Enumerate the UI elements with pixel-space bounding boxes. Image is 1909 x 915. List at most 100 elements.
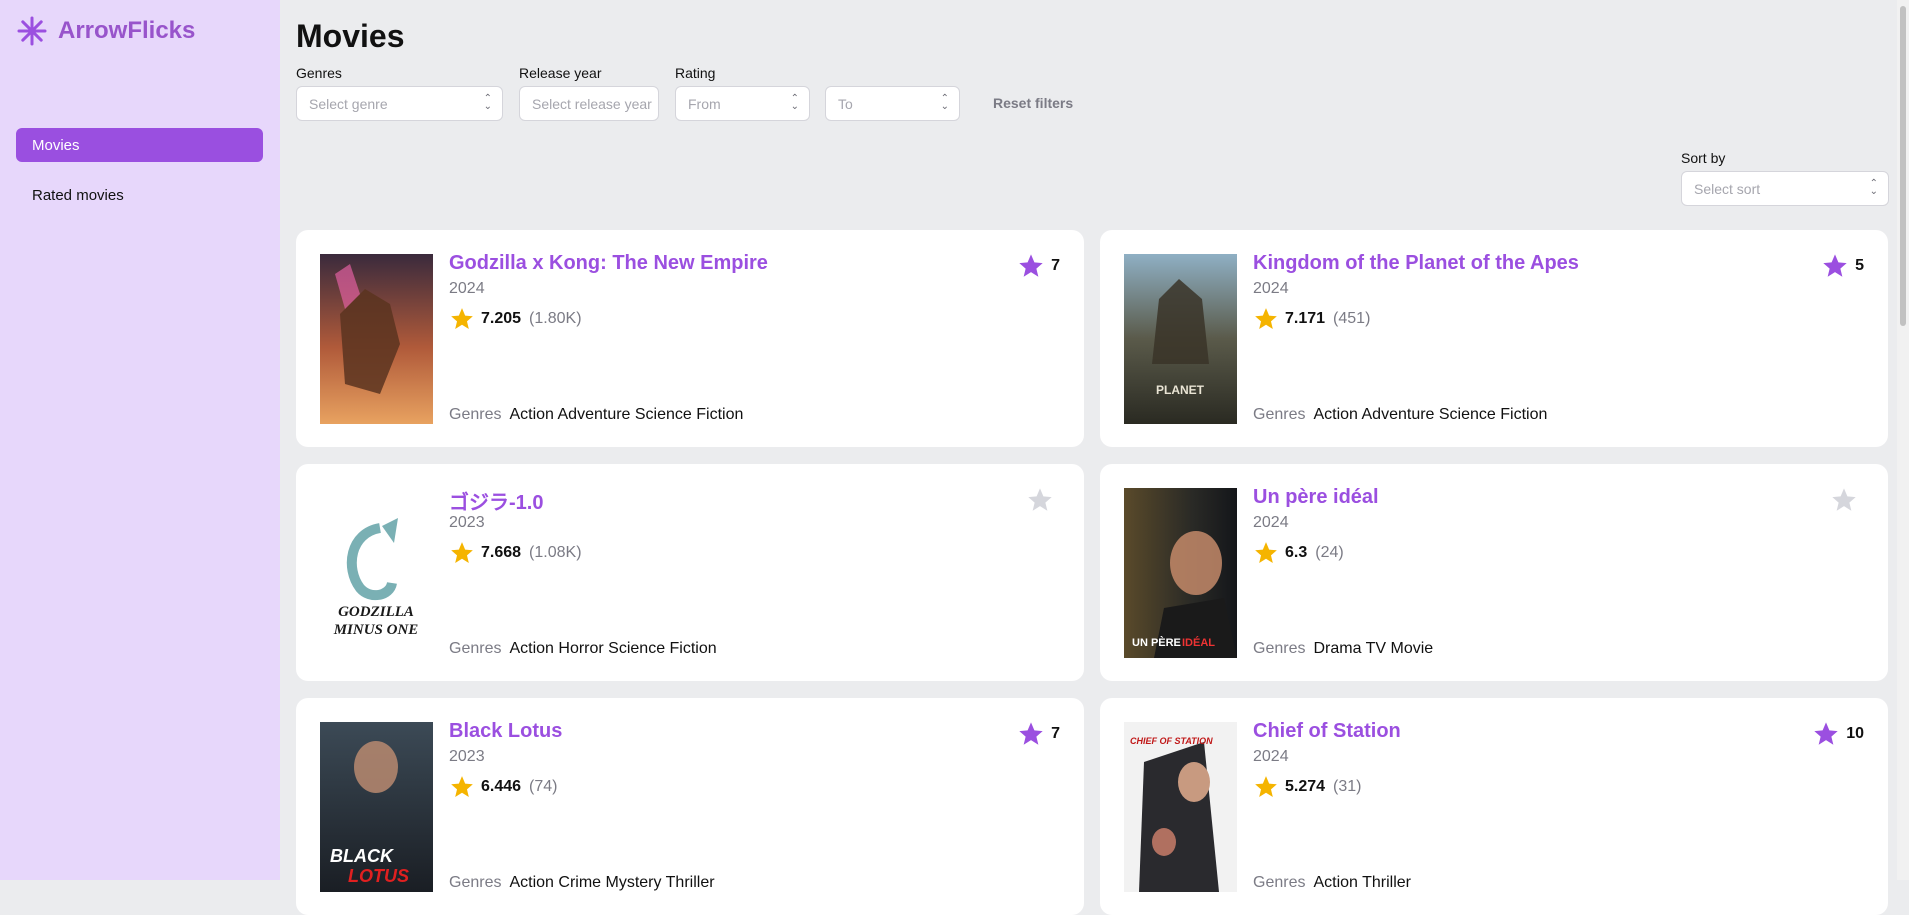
movie-title[interactable]: Kingdom of the Planet of the Apes [1253,252,1579,275]
rating-to-select[interactable]: To ⌃ ⌄ [825,86,960,121]
movie-card[interactable]: Godzilla x Kong: The New Empire 2024 7.2… [296,230,1084,447]
movie-year: 2023 [449,748,485,765]
star-icon [451,308,473,329]
movie-year: 2024 [1253,748,1289,765]
movie-title[interactable]: ゴジラ-1.0 [449,486,543,515]
movie-rating: 5.274 (31) [1253,774,1362,800]
genres-caption: Genres [449,640,502,657]
movie-genres: Genres Action Adventure Science Fiction [1253,406,1547,424]
star-icon [451,776,473,797]
user-rating-button[interactable] [1830,486,1864,514]
poster-title: BLACK [330,846,395,866]
poster-title: UN PÈRE [1132,636,1181,649]
star-icon [451,542,473,563]
movie-genres: Genres Action Thriller [1253,874,1411,892]
sort-placeholder: Select sort [1694,180,1761,197]
movie-poster[interactable]: UN PÈRE IDÉAL [1124,488,1237,658]
vote-count: (74) [529,778,558,795]
app-logo[interactable]: ArrowFlicks [16,15,195,47]
genres-caption: Genres [1253,874,1306,891]
movie-title[interactable]: Un père idéal [1253,486,1379,509]
sidebar-item-rated-movies[interactable]: Rated movies [16,178,263,212]
movie-rating: 7.171 (451) [1253,306,1370,332]
movie-card[interactable]: GODZILLA MINUS ONE ゴジラ-1.0 2023 7.668 (1… [296,464,1084,681]
genres-list: Drama TV Movie [1313,640,1434,657]
rating-from-placeholder: From [688,95,721,112]
vote-count: (24) [1315,544,1344,561]
movie-card[interactable]: UN PÈRE IDÉAL Un père idéal 2024 6.3 (24… [1100,464,1888,681]
poster-subtitle: IDÉAL [1182,636,1215,649]
star-icon [1814,722,1838,745]
movie-year: 2024 [1253,280,1289,297]
movie-title[interactable]: Black Lotus [449,720,562,743]
user-rating-button[interactable]: 7 [1017,720,1060,748]
chevron-updown-icon: ⌃ ⌄ [483,93,492,112]
star-icon [1823,254,1847,277]
release-year-select[interactable]: Select release year [519,86,659,121]
genres-select[interactable]: Select genre ⌃ ⌄ [296,86,503,121]
user-rating-value: 7 [1051,725,1060,742]
poster-subtitle: MINUS ONE [333,622,419,638]
rating-value: 7.668 [481,544,522,561]
chevron-updown-icon: ⌃ ⌄ [790,93,799,112]
movie-year: 2024 [449,280,485,297]
rating-to-placeholder: To [838,95,853,112]
movie-title[interactable]: Chief of Station [1253,720,1401,743]
movie-card[interactable]: CHIEF OF STATION Chief of Station 2024 5… [1100,698,1888,915]
star-icon [1255,308,1277,329]
star-icon [1019,722,1043,745]
app-name: ArrowFlicks [58,17,196,44]
movie-poster[interactable]: CHIEF OF STATION [1124,722,1237,892]
sort-select[interactable]: Select sort ⌃ ⌄ [1681,171,1889,206]
rating-value: 7.171 [1285,310,1326,327]
movie-poster[interactable] [320,254,433,424]
rating-from-select[interactable]: From ⌃ ⌄ [675,86,810,121]
movie-year: 2024 [1253,514,1289,531]
movie-title[interactable]: Godzilla x Kong: The New Empire [449,252,768,275]
vote-count: (1.80K) [529,310,582,327]
genres-caption: Genres [449,874,502,891]
reset-filters-button[interactable]: Reset filters [993,95,1073,111]
vote-count: (451) [1333,310,1371,327]
genres-label: Genres [296,65,342,81]
user-rating-button[interactable] [1026,486,1060,514]
movie-poster[interactable]: GODZILLA MINUS ONE [320,488,433,658]
sidebar: ArrowFlicks Movies Rated movies [0,0,280,880]
genres-list: Action Horror Science Fiction [509,640,717,657]
page-scrollbar[interactable] [1897,0,1909,880]
movie-genres: Genres Action Adventure Science Fiction [449,406,743,424]
user-rating-button[interactable]: 10 [1812,720,1864,748]
movie-poster[interactable]: BLACK LOTUS [320,722,433,892]
movie-card[interactable]: PLANET Kingdom of the Planet of the Apes… [1100,230,1888,447]
genres-placeholder: Select genre [309,95,388,112]
svg-text:PLANET: PLANET [1156,383,1205,397]
sort-label: Sort by [1681,150,1726,166]
poster-subtitle: LOTUS [348,866,409,886]
user-rating-button[interactable]: 5 [1821,252,1864,280]
movie-rating: 6.3 (24) [1253,540,1344,566]
star-icon [1832,488,1856,511]
release-year-label: Release year [519,65,602,81]
vote-count: (31) [1333,778,1362,795]
movie-genres: Genres Action Horror Science Fiction [449,640,717,658]
user-rating-button[interactable]: 7 [1017,252,1060,280]
sidebar-item-movies[interactable]: Movies [16,128,263,162]
rating-label: Rating [675,65,716,81]
movie-card[interactable]: BLACK LOTUS Black Lotus 2023 6.446 (74) … [296,698,1084,915]
genres-list: Action Adventure Science Fiction [509,406,744,423]
scrollbar-thumb[interactable] [1900,6,1906,326]
star-icon [1255,542,1277,563]
user-rating-value: 5 [1855,257,1864,274]
poster-title: GODZILLA [338,604,414,620]
genres-caption: Genres [1253,640,1306,657]
genres-list: Action Crime Mystery Thriller [509,874,715,891]
movie-year: 2023 [449,514,485,531]
movie-poster[interactable]: PLANET [1124,254,1237,424]
poster-title: CHIEF OF STATION [1130,736,1213,746]
genres-caption: Genres [1253,406,1306,423]
star-icon [1019,254,1043,277]
chevron-updown-icon: ⌃ ⌄ [1869,178,1878,197]
chevron-updown-icon: ⌃ ⌄ [940,93,949,112]
movie-rating: 7.205 (1.80K) [449,306,582,332]
star-icon [1255,776,1277,797]
